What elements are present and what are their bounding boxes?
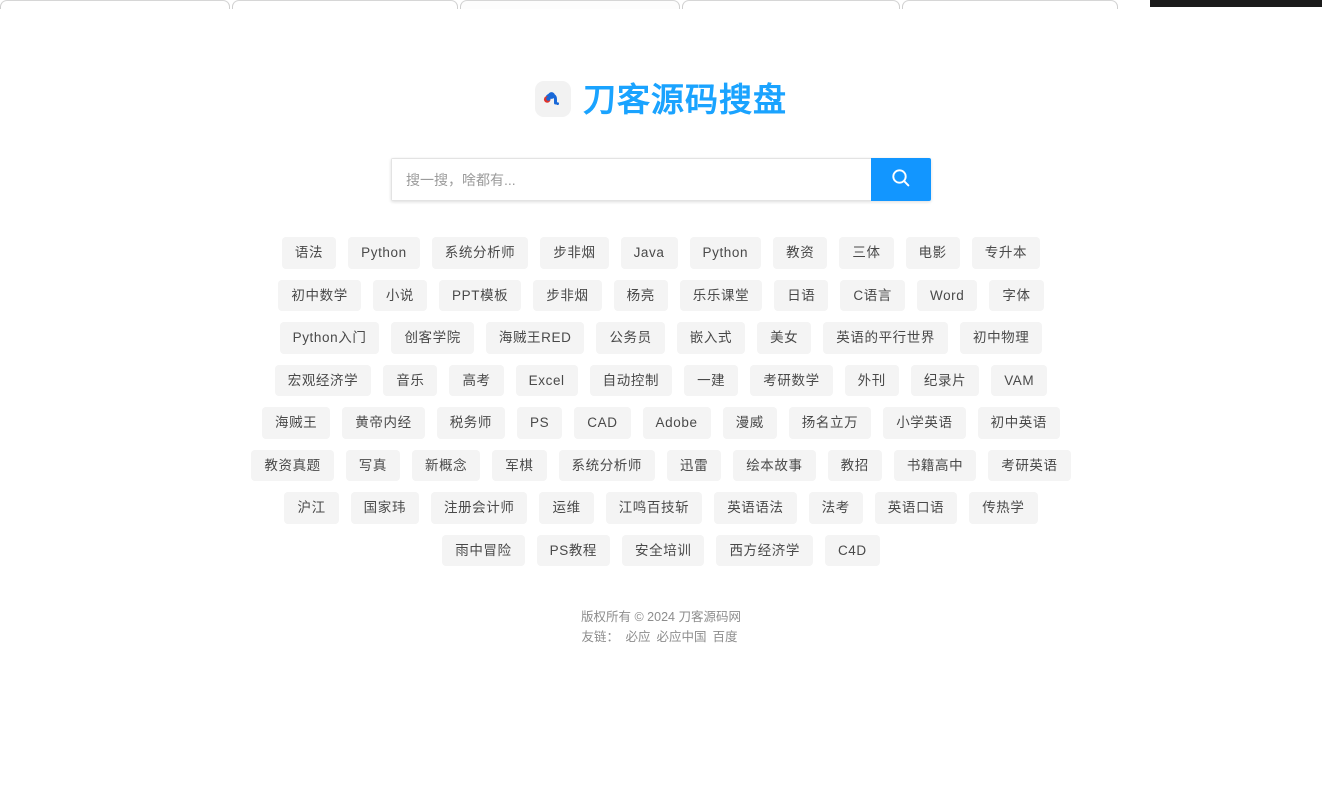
tag-chip[interactable]: 专升本	[971, 237, 1041, 269]
tag-chip[interactable]: Java	[620, 237, 678, 269]
tag-chip[interactable]: 音乐	[383, 364, 438, 396]
browser-tab-strip	[0, 0, 1322, 9]
tag-chip[interactable]: 初中物理	[959, 322, 1043, 354]
tag-chip[interactable]: C4D	[824, 534, 880, 566]
tag-chip[interactable]: Word	[916, 279, 978, 311]
tag-chip[interactable]: 扬名立万	[788, 407, 872, 439]
tag-chip[interactable]: 新概念	[411, 449, 481, 481]
footer-links-label: 友链：	[581, 630, 619, 644]
tag-chip[interactable]: 嵌入式	[676, 322, 746, 354]
tag-chip[interactable]: 安全培训	[622, 534, 705, 566]
tag-chip[interactable]: 步非烟	[540, 237, 609, 269]
tag-chip[interactable]: 宏观经济学	[274, 364, 372, 396]
tag-chip[interactable]: 教资真题	[251, 449, 334, 481]
tag-chip[interactable]: Excel	[515, 364, 578, 396]
tag-chip[interactable]: PS教程	[536, 534, 611, 566]
tag-chip[interactable]: 注册会计师	[430, 492, 528, 524]
tag-chip[interactable]: 教资	[773, 237, 828, 269]
tag-chip[interactable]: 高考	[449, 364, 504, 396]
tag-chip[interactable]: 步非烟	[533, 279, 602, 311]
site-footer: 版权所有 © 2024 刀客源码网 友链： 必应 必应中国 百度	[0, 608, 1322, 647]
tag-chip[interactable]: 小说	[372, 279, 428, 311]
baidu-pan-cloud-icon	[535, 81, 571, 117]
page-body: 刀客源码搜盘 语法Python系统分析师步非烟JavaPython教资三体电影专…	[0, 9, 1322, 812]
tag-chip[interactable]: 运维	[539, 492, 594, 524]
browser-tab-3[interactable]	[460, 0, 680, 9]
browser-tab-1[interactable]	[0, 0, 230, 9]
tag-chip[interactable]: 教招	[827, 449, 882, 481]
tag-chip[interactable]: 江鸣百技斩	[605, 492, 703, 524]
search-input[interactable]	[391, 158, 871, 201]
browser-tab-5[interactable]	[902, 0, 1118, 9]
tag-chip[interactable]: 英语口语	[874, 492, 958, 524]
tag-chip[interactable]: CAD	[574, 407, 631, 439]
tag-chip[interactable]: 美女	[757, 322, 812, 354]
browser-tab-4[interactable]	[682, 0, 900, 9]
tag-chip[interactable]: 写真	[345, 449, 400, 481]
tag-chip[interactable]: 海贼王	[261, 407, 331, 439]
tag-chip[interactable]: 自动控制	[589, 364, 673, 396]
tag-chip[interactable]: 初中数学	[278, 279, 361, 311]
tag-chip[interactable]: Python入门	[279, 322, 380, 354]
tag-chip[interactable]: 黄帝内经	[342, 407, 425, 439]
footer-copyright: 版权所有 © 2024 刀客源码网	[581, 610, 741, 624]
browser-tab-2[interactable]	[232, 0, 458, 9]
footer-links: 友链： 必应 必应中国 百度	[0, 628, 1322, 647]
tag-chip[interactable]: 雨中冒险	[442, 534, 525, 566]
footer-link[interactable]: 必应	[625, 630, 650, 644]
tag-chip[interactable]: 法考	[808, 492, 863, 524]
browser-window-controls-strip	[1150, 0, 1322, 7]
search-box	[391, 158, 931, 201]
tag-chip[interactable]: 漫威	[722, 407, 777, 439]
search-row	[0, 158, 1322, 201]
tag-chip[interactable]: 电影	[905, 237, 960, 269]
tag-chip[interactable]: Adobe	[642, 407, 711, 439]
tag-chip[interactable]: 英语的平行世界	[823, 322, 948, 354]
tag-chip[interactable]: 海贼王RED	[485, 322, 585, 354]
tag-chip[interactable]: 传热学	[969, 492, 1038, 524]
tag-chip[interactable]: 外刊	[844, 364, 899, 396]
search-icon	[890, 167, 912, 192]
tag-chip[interactable]: 考研数学	[750, 364, 833, 396]
tag-chip[interactable]: 税务师	[436, 407, 506, 439]
tag-chip[interactable]: Python	[348, 237, 420, 269]
tag-chip[interactable]: 西方经济学	[716, 534, 813, 566]
site-header: 刀客源码搜盘	[0, 81, 1322, 117]
tag-chip[interactable]: C语言	[840, 279, 905, 311]
tag-chip[interactable]: 系统分析师	[558, 449, 655, 481]
tag-chip[interactable]: 国家玮	[350, 492, 419, 524]
tag-chip[interactable]: 初中英语	[977, 407, 1061, 439]
tag-chip[interactable]: VAM	[991, 364, 1048, 396]
tag-chip[interactable]: Python	[689, 237, 762, 269]
tag-chip[interactable]: 迅雷	[667, 449, 722, 481]
tag-chip[interactable]: 三体	[839, 237, 894, 269]
tag-chip[interactable]: 英语语法	[714, 492, 797, 524]
tag-chip[interactable]: 杨亮	[613, 279, 668, 311]
tag-chip[interactable]: PPT模板	[439, 279, 522, 311]
footer-link[interactable]: 必应中国	[656, 630, 706, 644]
tag-chip[interactable]: 日语	[774, 279, 829, 311]
search-button[interactable]	[871, 158, 931, 201]
tag-chip[interactable]: 一建	[684, 364, 739, 396]
tag-chip[interactable]: 书籍高中	[893, 449, 977, 481]
tag-chip[interactable]: 乐乐课堂	[679, 279, 763, 311]
tag-chip[interactable]: 考研英语	[988, 449, 1071, 481]
hot-tag-cloud: 语法 Python 系统分析师 步非烟 Java Python 教资 三体 电影 专升本 初中数学小…	[246, 237, 1076, 566]
tag-chip[interactable]: 沪江	[284, 492, 339, 524]
tag-chip[interactable]: 绘本故事	[733, 449, 816, 481]
tag-chip[interactable]: 创客学院	[391, 322, 474, 354]
tag-chip[interactable]: 军棋	[492, 449, 547, 481]
tag-chip[interactable]: 公务员	[596, 322, 665, 354]
tag-chip[interactable]: 纪录片	[910, 364, 980, 396]
tag-chip[interactable]: 字体	[989, 279, 1044, 311]
tag-chip[interactable]: PS	[517, 407, 563, 439]
tag-chip[interactable]: 系统分析师	[431, 237, 529, 269]
footer-link[interactable]: 百度	[713, 630, 738, 644]
tag-chip[interactable]: 小学英语	[883, 407, 966, 439]
page-title: 刀客源码搜盘	[583, 80, 787, 118]
tag-chip[interactable]: 语法	[281, 237, 337, 269]
